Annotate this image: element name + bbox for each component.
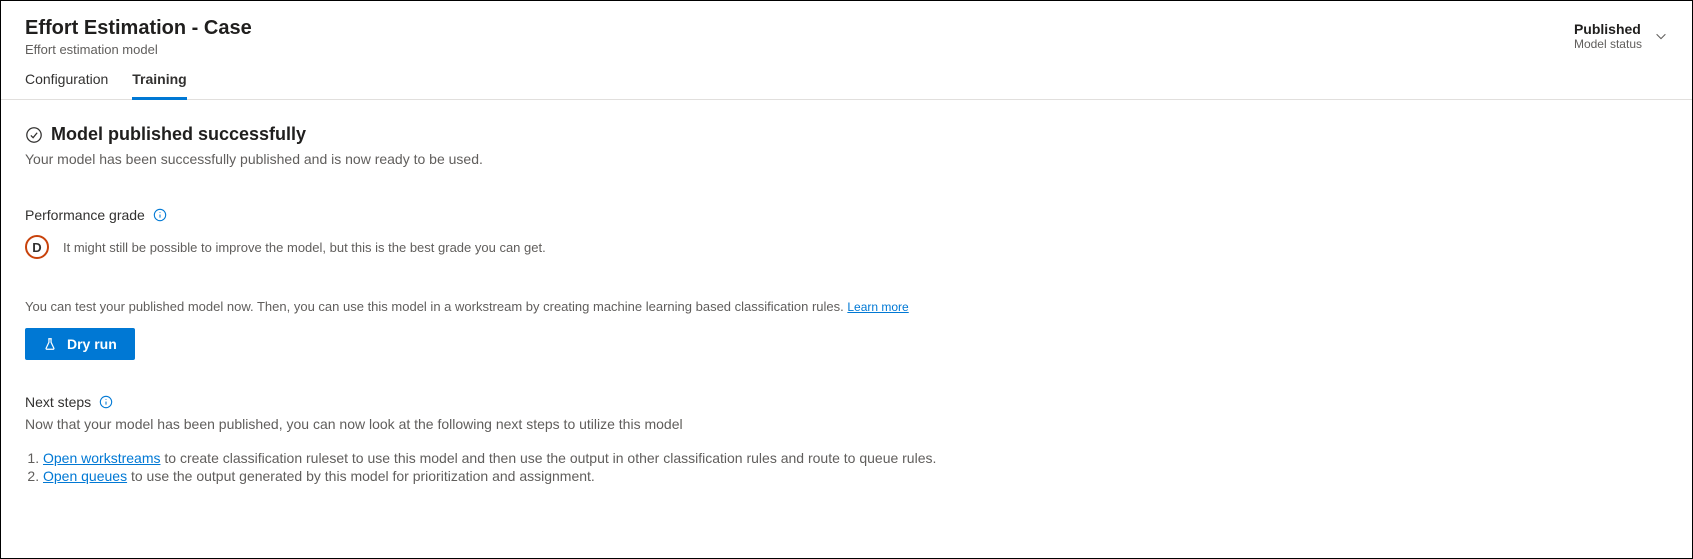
grade-description: It might still be possible to improve th… xyxy=(63,240,546,255)
header-right[interactable]: Published Model status xyxy=(1574,17,1668,51)
performance-grade-label: Performance grade xyxy=(25,207,145,223)
model-status-block: Published Model status xyxy=(1574,21,1642,51)
performance-label-row: Performance grade xyxy=(25,207,1668,223)
info-icon[interactable] xyxy=(153,208,167,222)
dry-run-button[interactable]: Dry run xyxy=(25,328,135,360)
grade-row: D It might still be possible to improve … xyxy=(25,235,1668,259)
success-title: Model published successfully xyxy=(51,124,306,145)
next-step-item-2: Open queues to use the output generated … xyxy=(43,468,1668,484)
next-steps-list: Open workstreams to create classificatio… xyxy=(25,450,1668,484)
checkmark-circle-icon xyxy=(25,126,43,144)
tab-bar: Configuration Training xyxy=(1,57,1692,100)
test-description-text: You can test your published model now. T… xyxy=(25,299,847,314)
next-steps-description: Now that your model has been published, … xyxy=(25,416,1668,432)
header-left: Effort Estimation - Case Effort estimati… xyxy=(25,17,252,57)
open-workstreams-link[interactable]: Open workstreams xyxy=(43,450,160,466)
tab-configuration[interactable]: Configuration xyxy=(25,71,108,100)
next-steps-label-row: Next steps xyxy=(25,394,1668,410)
model-status-value: Published xyxy=(1574,21,1642,37)
success-heading-row: Model published successfully xyxy=(25,124,1668,145)
dry-run-label: Dry run xyxy=(67,336,117,352)
tab-training[interactable]: Training xyxy=(132,71,186,100)
next-step-item-1: Open workstreams to create classificatio… xyxy=(43,450,1668,466)
info-icon[interactable] xyxy=(99,395,113,409)
next-step-1-text: to create classification ruleset to use … xyxy=(160,450,936,466)
next-step-2-text: to use the output generated by this mode… xyxy=(127,468,595,484)
next-steps-label: Next steps xyxy=(25,394,91,410)
grade-badge: D xyxy=(25,235,49,259)
page-subtitle: Effort estimation model xyxy=(25,42,252,57)
page-title: Effort Estimation - Case xyxy=(25,17,252,40)
model-status-label: Model status xyxy=(1574,37,1642,51)
learn-more-link[interactable]: Learn more xyxy=(847,300,908,314)
chevron-down-icon[interactable] xyxy=(1654,29,1668,43)
test-description: You can test your published model now. T… xyxy=(25,299,1668,314)
success-description: Your model has been successfully publish… xyxy=(25,151,1668,167)
content-area: Model published successfully Your model … xyxy=(1,100,1692,510)
flask-icon xyxy=(43,337,57,351)
open-queues-link[interactable]: Open queues xyxy=(43,468,127,484)
page-header: Effort Estimation - Case Effort estimati… xyxy=(1,1,1692,57)
